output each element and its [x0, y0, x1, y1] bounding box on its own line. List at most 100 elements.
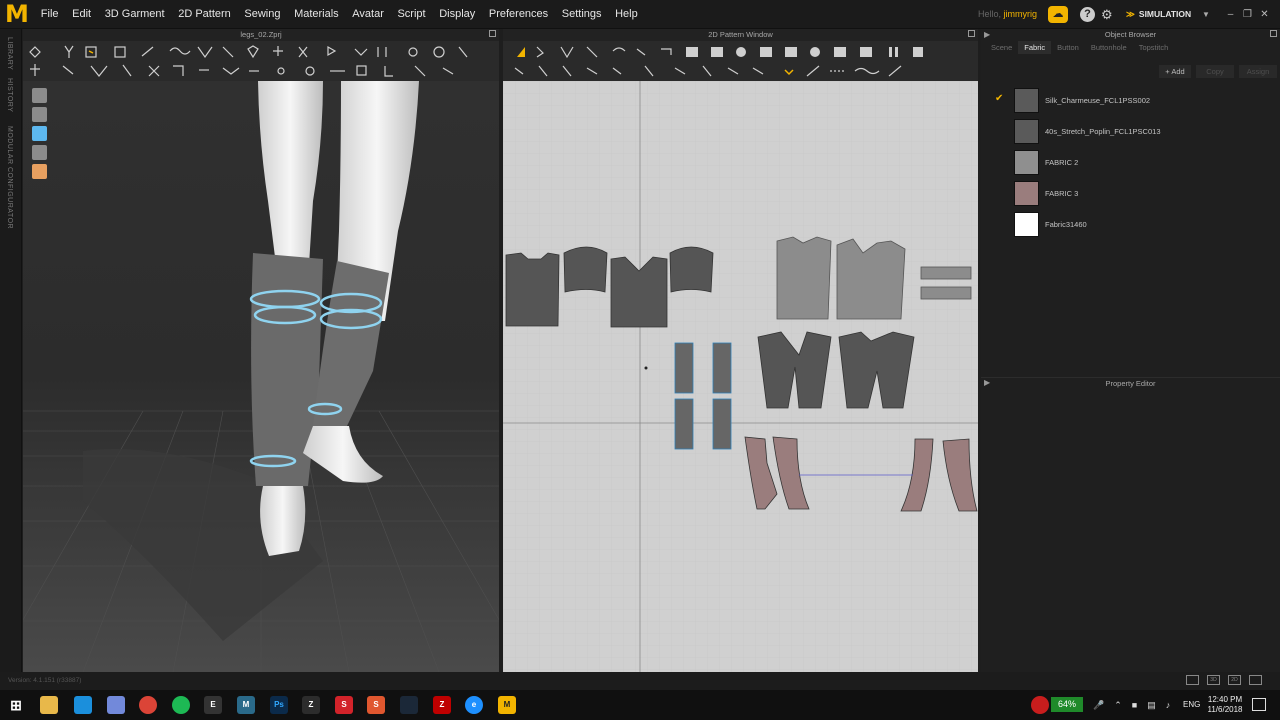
main-menu: File Edit 3D Garment 2D Pattern Sewing M…	[34, 0, 645, 29]
filezilla-icon[interactable]: Z	[433, 696, 451, 714]
avatar-skin-icon[interactable]	[32, 164, 47, 179]
avatar-display-icon[interactable]	[32, 88, 47, 103]
trace-icon	[860, 47, 872, 57]
tack-icon	[327, 45, 337, 57]
piece-sleeve-2	[669, 246, 714, 293]
edge-icon[interactable]: e	[465, 696, 483, 714]
menu-avatar[interactable]: Avatar	[345, 0, 390, 29]
antivirus-icon[interactable]	[1031, 696, 1049, 714]
2d-pattern-viewport[interactable]	[503, 81, 978, 672]
layout-2d-button[interactable]: 2D	[1228, 675, 1241, 685]
edit-topstitch-icon	[888, 65, 902, 77]
measure-icon	[62, 65, 74, 75]
pin-icon	[247, 45, 259, 59]
layout-maximize-button[interactable]	[1249, 675, 1262, 685]
menu-sewing[interactable]: Sewing	[238, 0, 288, 29]
store-icon[interactable]	[74, 696, 92, 714]
menu-settings[interactable]: Settings	[555, 0, 608, 29]
chrome-icon[interactable]	[139, 696, 157, 714]
tab-history[interactable]: HISTORY	[6, 78, 13, 112]
garment-display-icon[interactable]	[32, 107, 47, 122]
username[interactable]: jimmyrig	[1004, 9, 1038, 19]
chevron-up-icon[interactable]: ⌃	[1114, 690, 1122, 720]
marvelous-designer-icon[interactable]: M	[237, 696, 255, 714]
window-3d-title: legs_02.Zprj	[23, 29, 499, 41]
mode-selector[interactable]: ≫ SIMULATION	[1126, 0, 1191, 29]
simulation-settings-icon[interactable]: ⚙	[1101, 6, 1119, 23]
steam-icon[interactable]	[400, 696, 418, 714]
layout-split-button[interactable]	[1186, 675, 1199, 685]
tab-fabric[interactable]: Fabric	[1018, 41, 1052, 54]
render-display-icon[interactable]	[32, 145, 47, 160]
tab-library[interactable]: LIBRARY	[6, 37, 13, 70]
photoshop-icon[interactable]: Ps	[270, 696, 288, 714]
tab-scene[interactable]: Scene	[985, 41, 1018, 54]
add-button[interactable]: + Add	[1159, 65, 1191, 78]
avatar-marker	[644, 366, 648, 370]
fabric-item[interactable]: 40s_Stretch_Poplin_FCL1PSC013	[981, 116, 1280, 147]
windows-start-icon[interactable]: ⊞	[7, 696, 25, 714]
menu-file[interactable]: File	[34, 0, 65, 29]
battery-indicator[interactable]: 64%	[1051, 697, 1083, 712]
fabric-name: Fabric31460	[1045, 220, 1087, 229]
chevron-down-icon[interactable]: ▼	[1202, 0, 1210, 29]
system-tray: 🎤 ⌃ ■ ▤ ♪	[1088, 690, 1175, 720]
toolbar-3d-icons-2[interactable]	[23, 60, 499, 82]
internal-rectangle-icon	[785, 47, 797, 57]
internal-polygon-icon	[760, 47, 772, 57]
menu-help[interactable]: Help	[608, 0, 644, 29]
menu-materials[interactable]: Materials	[287, 0, 345, 29]
tab-button[interactable]: Button	[1051, 41, 1085, 54]
spotify-icon[interactable]	[172, 696, 190, 714]
edit-curvature-icon	[586, 46, 598, 58]
epic-games-icon[interactable]: E	[204, 696, 222, 714]
volume-icon[interactable]: ♪	[1166, 690, 1171, 720]
language-indicator[interactable]: ENG	[1183, 690, 1200, 720]
tab-modular-configurator[interactable]: MODULAR CONFIGURATOR	[6, 126, 13, 229]
select-mesh-icon	[384, 66, 393, 77]
assign-button[interactable]: Assign	[1239, 65, 1277, 78]
fold-line-icon	[702, 65, 712, 77]
transform-pattern-icon	[517, 47, 525, 57]
3d-viewport[interactable]	[23, 81, 499, 672]
fabric-item[interactable]: ✔ Silk_Charmeuse_FCL1PSS002	[981, 85, 1280, 116]
clock[interactable]: 12:40 PM 11/6/2018	[1203, 695, 1247, 715]
close-button[interactable]: ✕	[1256, 0, 1273, 29]
fabric-item[interactable]: FABRIC 2	[981, 147, 1280, 178]
notification-icon[interactable]	[1252, 698, 1266, 711]
substance-designer-icon[interactable]: S	[367, 696, 385, 714]
menu-display[interactable]: Display	[432, 0, 482, 29]
fabric-item[interactable]: Fabric31460	[981, 209, 1280, 240]
microphone-icon[interactable]: 🎤	[1093, 690, 1104, 720]
menu-preferences[interactable]: Preferences	[482, 0, 555, 29]
marvelous-active-icon[interactable]: M	[498, 696, 516, 714]
graphic-icon	[442, 67, 454, 75]
expand-icon[interactable]	[1270, 30, 1277, 37]
menu-2d-pattern[interactable]: 2D Pattern	[171, 0, 237, 29]
file-explorer-icon[interactable]	[40, 696, 58, 714]
nvidia-icon[interactable]: ■	[1132, 690, 1137, 720]
restore-button[interactable]: ❐	[1239, 0, 1256, 29]
substance-icon[interactable]: S	[335, 696, 353, 714]
collapse-arrow-icon[interactable]: ▶	[984, 378, 990, 387]
fabric-item[interactable]: FABRIC 3	[981, 178, 1280, 209]
menu-3d-garment[interactable]: 3D Garment	[98, 0, 172, 29]
texture-display-icon[interactable]	[32, 126, 47, 141]
discord-icon[interactable]	[107, 696, 125, 714]
menu-script[interactable]: Script	[391, 0, 433, 29]
expand-icon[interactable]	[489, 30, 496, 37]
menu-edit[interactable]: Edit	[65, 0, 98, 29]
mode-label: SIMULATION	[1138, 9, 1192, 19]
network-icon[interactable]: ▤	[1147, 690, 1156, 720]
tab-buttonhole[interactable]: Buttonhole	[1085, 41, 1133, 54]
copy-button[interactable]: Copy	[1196, 65, 1234, 78]
minimize-button[interactable]: –	[1222, 0, 1239, 29]
tab-topstitch[interactable]: Topstitch	[1133, 41, 1175, 54]
cloud-icon[interactable]: ☁	[1048, 6, 1068, 23]
expand-icon[interactable]	[968, 30, 975, 37]
help-icon[interactable]: ?	[1080, 7, 1095, 22]
zbrush-icon[interactable]: Z	[302, 696, 320, 714]
layout-3d-button[interactable]: 3D	[1207, 675, 1220, 685]
line-tool-icon	[141, 46, 154, 57]
toolbar-2d-icons-2[interactable]	[503, 60, 978, 82]
